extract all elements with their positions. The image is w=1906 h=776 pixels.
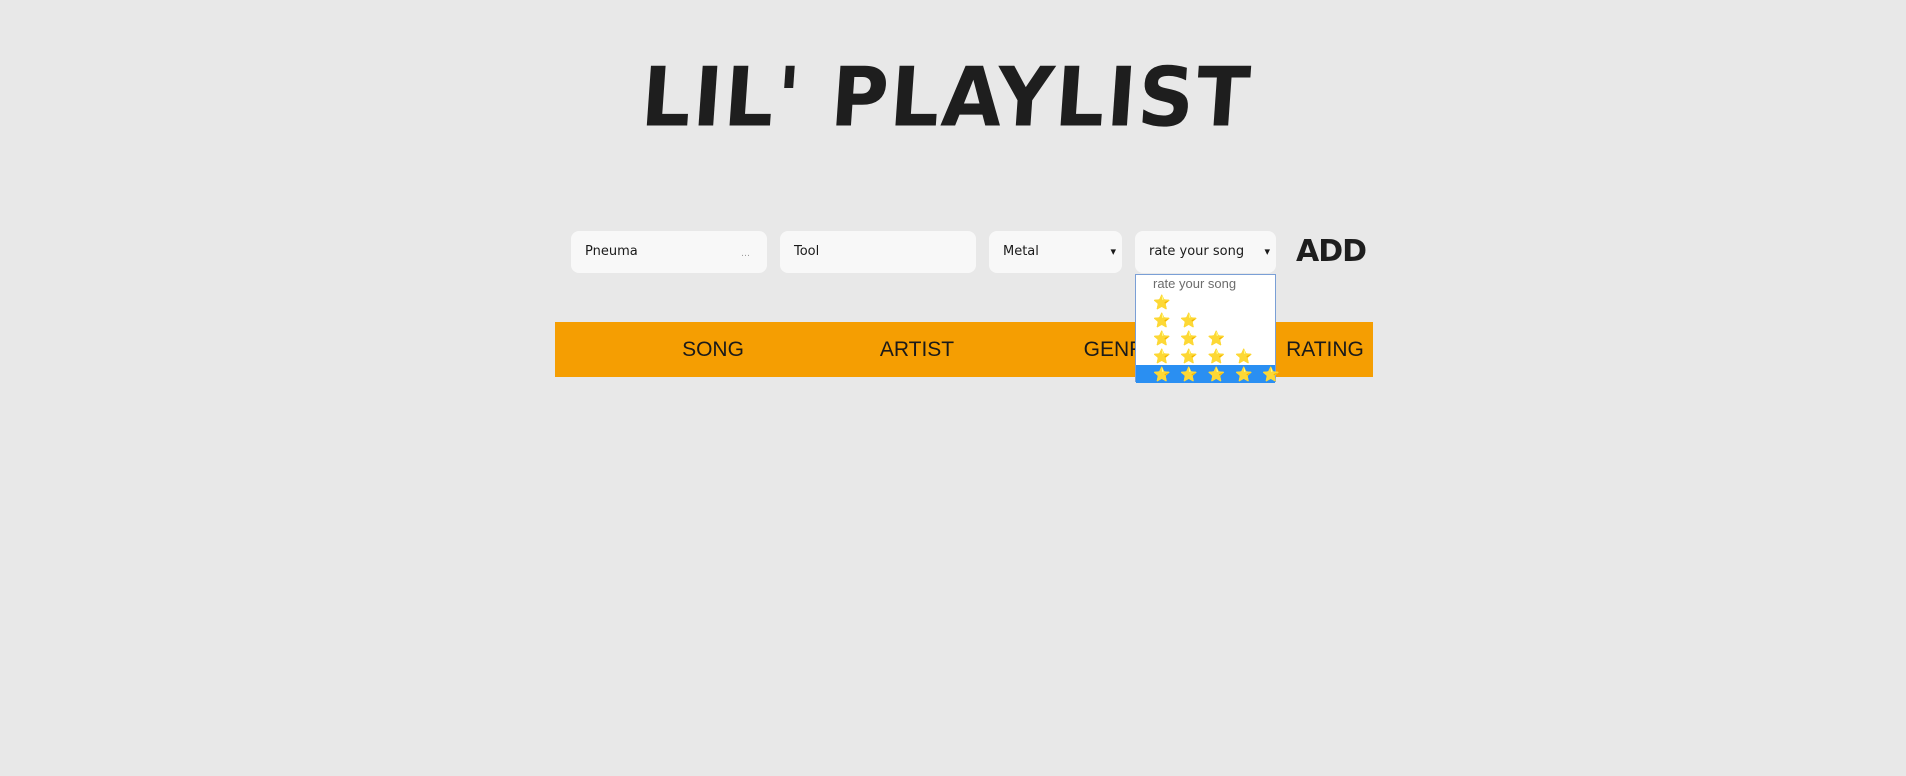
rating-option-placeholder[interactable]: rate your song	[1136, 275, 1275, 293]
rating-select-value: rate your song	[1149, 244, 1245, 259]
rating-option-1-star[interactable]: ⭐	[1136, 293, 1275, 311]
rating-option-3-stars[interactable]: ⭐ ⭐ ⭐	[1136, 329, 1275, 347]
chevron-down-icon: ▾	[1264, 245, 1270, 258]
star-icon: ⭐ ⭐ ⭐ ⭐ ⭐	[1153, 366, 1283, 383]
rating-option-2-stars[interactable]: ⭐ ⭐	[1136, 311, 1275, 329]
song-input-value: Pneuma	[585, 244, 638, 259]
artist-input[interactable]: Tool	[780, 231, 976, 273]
add-button[interactable]: ADD	[1296, 234, 1367, 270]
song-input[interactable]: Pneuma …	[571, 231, 767, 273]
autofill-icon: …	[741, 249, 751, 259]
rating-dropdown-list: rate your song ⭐ ⭐ ⭐ ⭐ ⭐ ⭐ ⭐ ⭐ ⭐ ⭐ ⭐ ⭐ ⭐…	[1135, 274, 1280, 383]
app-title: LIL' PLAYLIST	[638, 50, 1255, 146]
chevron-down-icon: ▾	[1110, 245, 1116, 258]
genre-select[interactable]: Metal ▾	[989, 231, 1122, 273]
genre-select-value: Metal	[1003, 244, 1039, 259]
star-icon: ⭐	[1153, 294, 1174, 311]
rating-option-5-stars[interactable]: ⭐ ⭐ ⭐ ⭐ ⭐	[1136, 365, 1280, 383]
rating-option-4-stars[interactable]: ⭐ ⭐ ⭐ ⭐	[1136, 347, 1275, 365]
artist-input-value: Tool	[794, 244, 820, 259]
star-icon: ⭐ ⭐	[1153, 312, 1201, 329]
rating-select[interactable]: rate your song ▾	[1135, 231, 1276, 273]
star-icon: ⭐ ⭐ ⭐	[1153, 330, 1229, 347]
star-icon: ⭐ ⭐ ⭐ ⭐	[1153, 348, 1256, 365]
column-header-song: SONG	[682, 338, 744, 361]
column-header-artist: ARTIST	[879, 338, 955, 361]
page: LIL' PLAYLIST Pneuma … Tool Metal ▾ rate…	[0, 0, 1906, 776]
